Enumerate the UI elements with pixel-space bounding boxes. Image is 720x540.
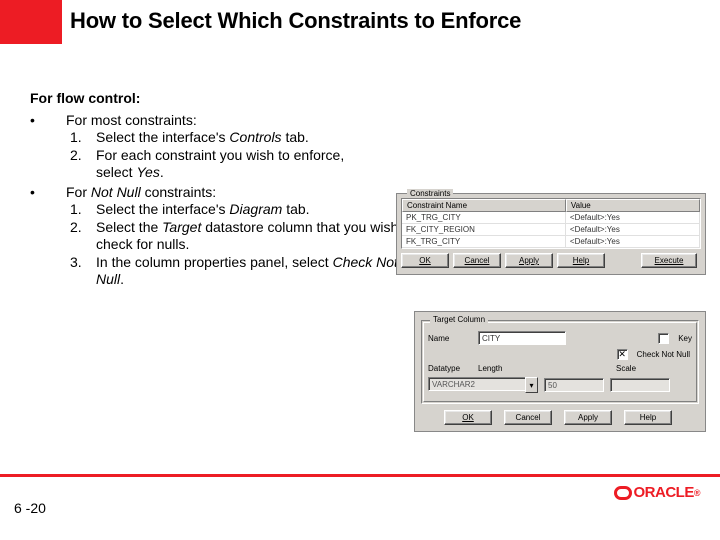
list-text: Select the Target datastore column that …: [96, 219, 416, 254]
check-not-null-checkbox[interactable]: ✕: [617, 349, 628, 360]
target-column-panel: Target Column Name CITY Key ✕ Check Not …: [414, 311, 706, 432]
list-number: 2.: [70, 147, 96, 182]
list-item: 2. For each constraint you wish to enfor…: [70, 147, 700, 182]
cell-value: <Default>:Yes: [566, 212, 700, 224]
footer-divider: [0, 474, 720, 477]
cell-value: <Default>:Yes: [566, 224, 700, 236]
list-item: 1. Select the interface's Controls tab.: [70, 129, 700, 147]
datatype-value: VARCHAR2: [428, 377, 525, 391]
bullet-marker: •: [30, 184, 66, 202]
ordered-list-a: 1. Select the interface's Controls tab. …: [70, 129, 700, 182]
list-number: 3.: [70, 254, 96, 289]
bullet-marker: •: [30, 112, 66, 130]
name-row: Name CITY Key: [428, 331, 692, 345]
constraints-button-row: OK Cancel Apply Help Execute: [401, 253, 701, 268]
help-button[interactable]: Help: [557, 253, 605, 268]
list-text: In the column properties panel, select C…: [96, 254, 416, 289]
table-header: Constraint Name Value: [402, 199, 700, 212]
oracle-logo: ORACLE®: [614, 484, 700, 501]
chevron-down-icon[interactable]: ▾: [525, 377, 538, 393]
slide: How to Select Which Constraints to Enfor…: [0, 0, 720, 540]
key-label: Key: [678, 334, 692, 343]
oracle-o-icon: [614, 486, 632, 500]
column-header-name[interactable]: Constraint Name: [402, 199, 566, 212]
cell-name: FK_TRG_CITY: [402, 236, 566, 248]
cell-name: FK_CITY_REGION: [402, 224, 566, 236]
check-not-null-label: Check Not Null: [637, 350, 690, 359]
bullet-text: For most constraints:: [66, 112, 700, 130]
table-row[interactable]: PK_TRG_CITY <Default>:Yes: [402, 212, 700, 224]
list-text: For each constraint you wish to enforce,…: [96, 147, 376, 182]
group-label-constraints: Constraints: [407, 189, 453, 198]
constraints-table: Constraint Name Value PK_TRG_CITY <Defau…: [401, 198, 701, 249]
list-text: Select the interface's Diagram tab.: [96, 201, 416, 219]
bullet-most-constraints: • For most constraints:: [30, 112, 700, 130]
apply-button[interactable]: Apply: [564, 410, 612, 425]
datatype-inputs-row: VARCHAR2 ▾ 50: [428, 377, 692, 393]
slide-title: How to Select Which Constraints to Enfor…: [70, 8, 521, 34]
scale-field[interactable]: [610, 378, 670, 392]
oracle-logo-text: ORACLE: [634, 484, 694, 501]
constraints-panel: Constraints Constraint Name Value PK_TRG…: [396, 193, 706, 275]
cancel-button[interactable]: Cancel: [453, 253, 501, 268]
name-field[interactable]: CITY: [478, 331, 566, 345]
scale-label: Scale: [616, 364, 646, 373]
target-column-group: Target Column Name CITY Key ✕ Check Not …: [421, 320, 699, 404]
column-header-value[interactable]: Value: [566, 199, 700, 212]
length-field[interactable]: 50: [544, 378, 604, 392]
execute-button[interactable]: Execute: [641, 253, 697, 268]
datatype-label: Datatype: [428, 364, 472, 373]
datatype-dropdown[interactable]: VARCHAR2 ▾: [428, 377, 538, 393]
list-number: 1.: [70, 129, 96, 147]
group-label-target: Target Column: [430, 315, 488, 324]
name-label: Name: [428, 334, 472, 343]
section-heading-flow: For flow control:: [30, 90, 700, 108]
page-number: 6 -20: [14, 500, 46, 516]
list-number: 1.: [70, 201, 96, 219]
key-checkbox[interactable]: [658, 333, 669, 344]
ok-button[interactable]: OK: [444, 410, 492, 425]
help-button[interactable]: Help: [624, 410, 672, 425]
check-not-null-row: ✕ Check Not Null: [428, 349, 692, 360]
length-label: Length: [478, 364, 508, 373]
table-row[interactable]: FK_TRG_CITY <Default>:Yes: [402, 236, 700, 248]
list-number: 2.: [70, 219, 96, 254]
target-button-row: OK Cancel Apply Help: [421, 410, 699, 425]
title-accent-block: [0, 0, 62, 44]
table-row[interactable]: FK_CITY_REGION <Default>:Yes: [402, 224, 700, 236]
cell-value: <Default>:Yes: [566, 236, 700, 248]
ok-button[interactable]: OK: [401, 253, 449, 268]
apply-button[interactable]: Apply: [505, 253, 553, 268]
list-text: Select the interface's Controls tab.: [96, 129, 376, 147]
cancel-button[interactable]: Cancel: [504, 410, 552, 425]
datatype-row: Datatype Length Scale: [428, 364, 692, 373]
cell-name: PK_TRG_CITY: [402, 212, 566, 224]
